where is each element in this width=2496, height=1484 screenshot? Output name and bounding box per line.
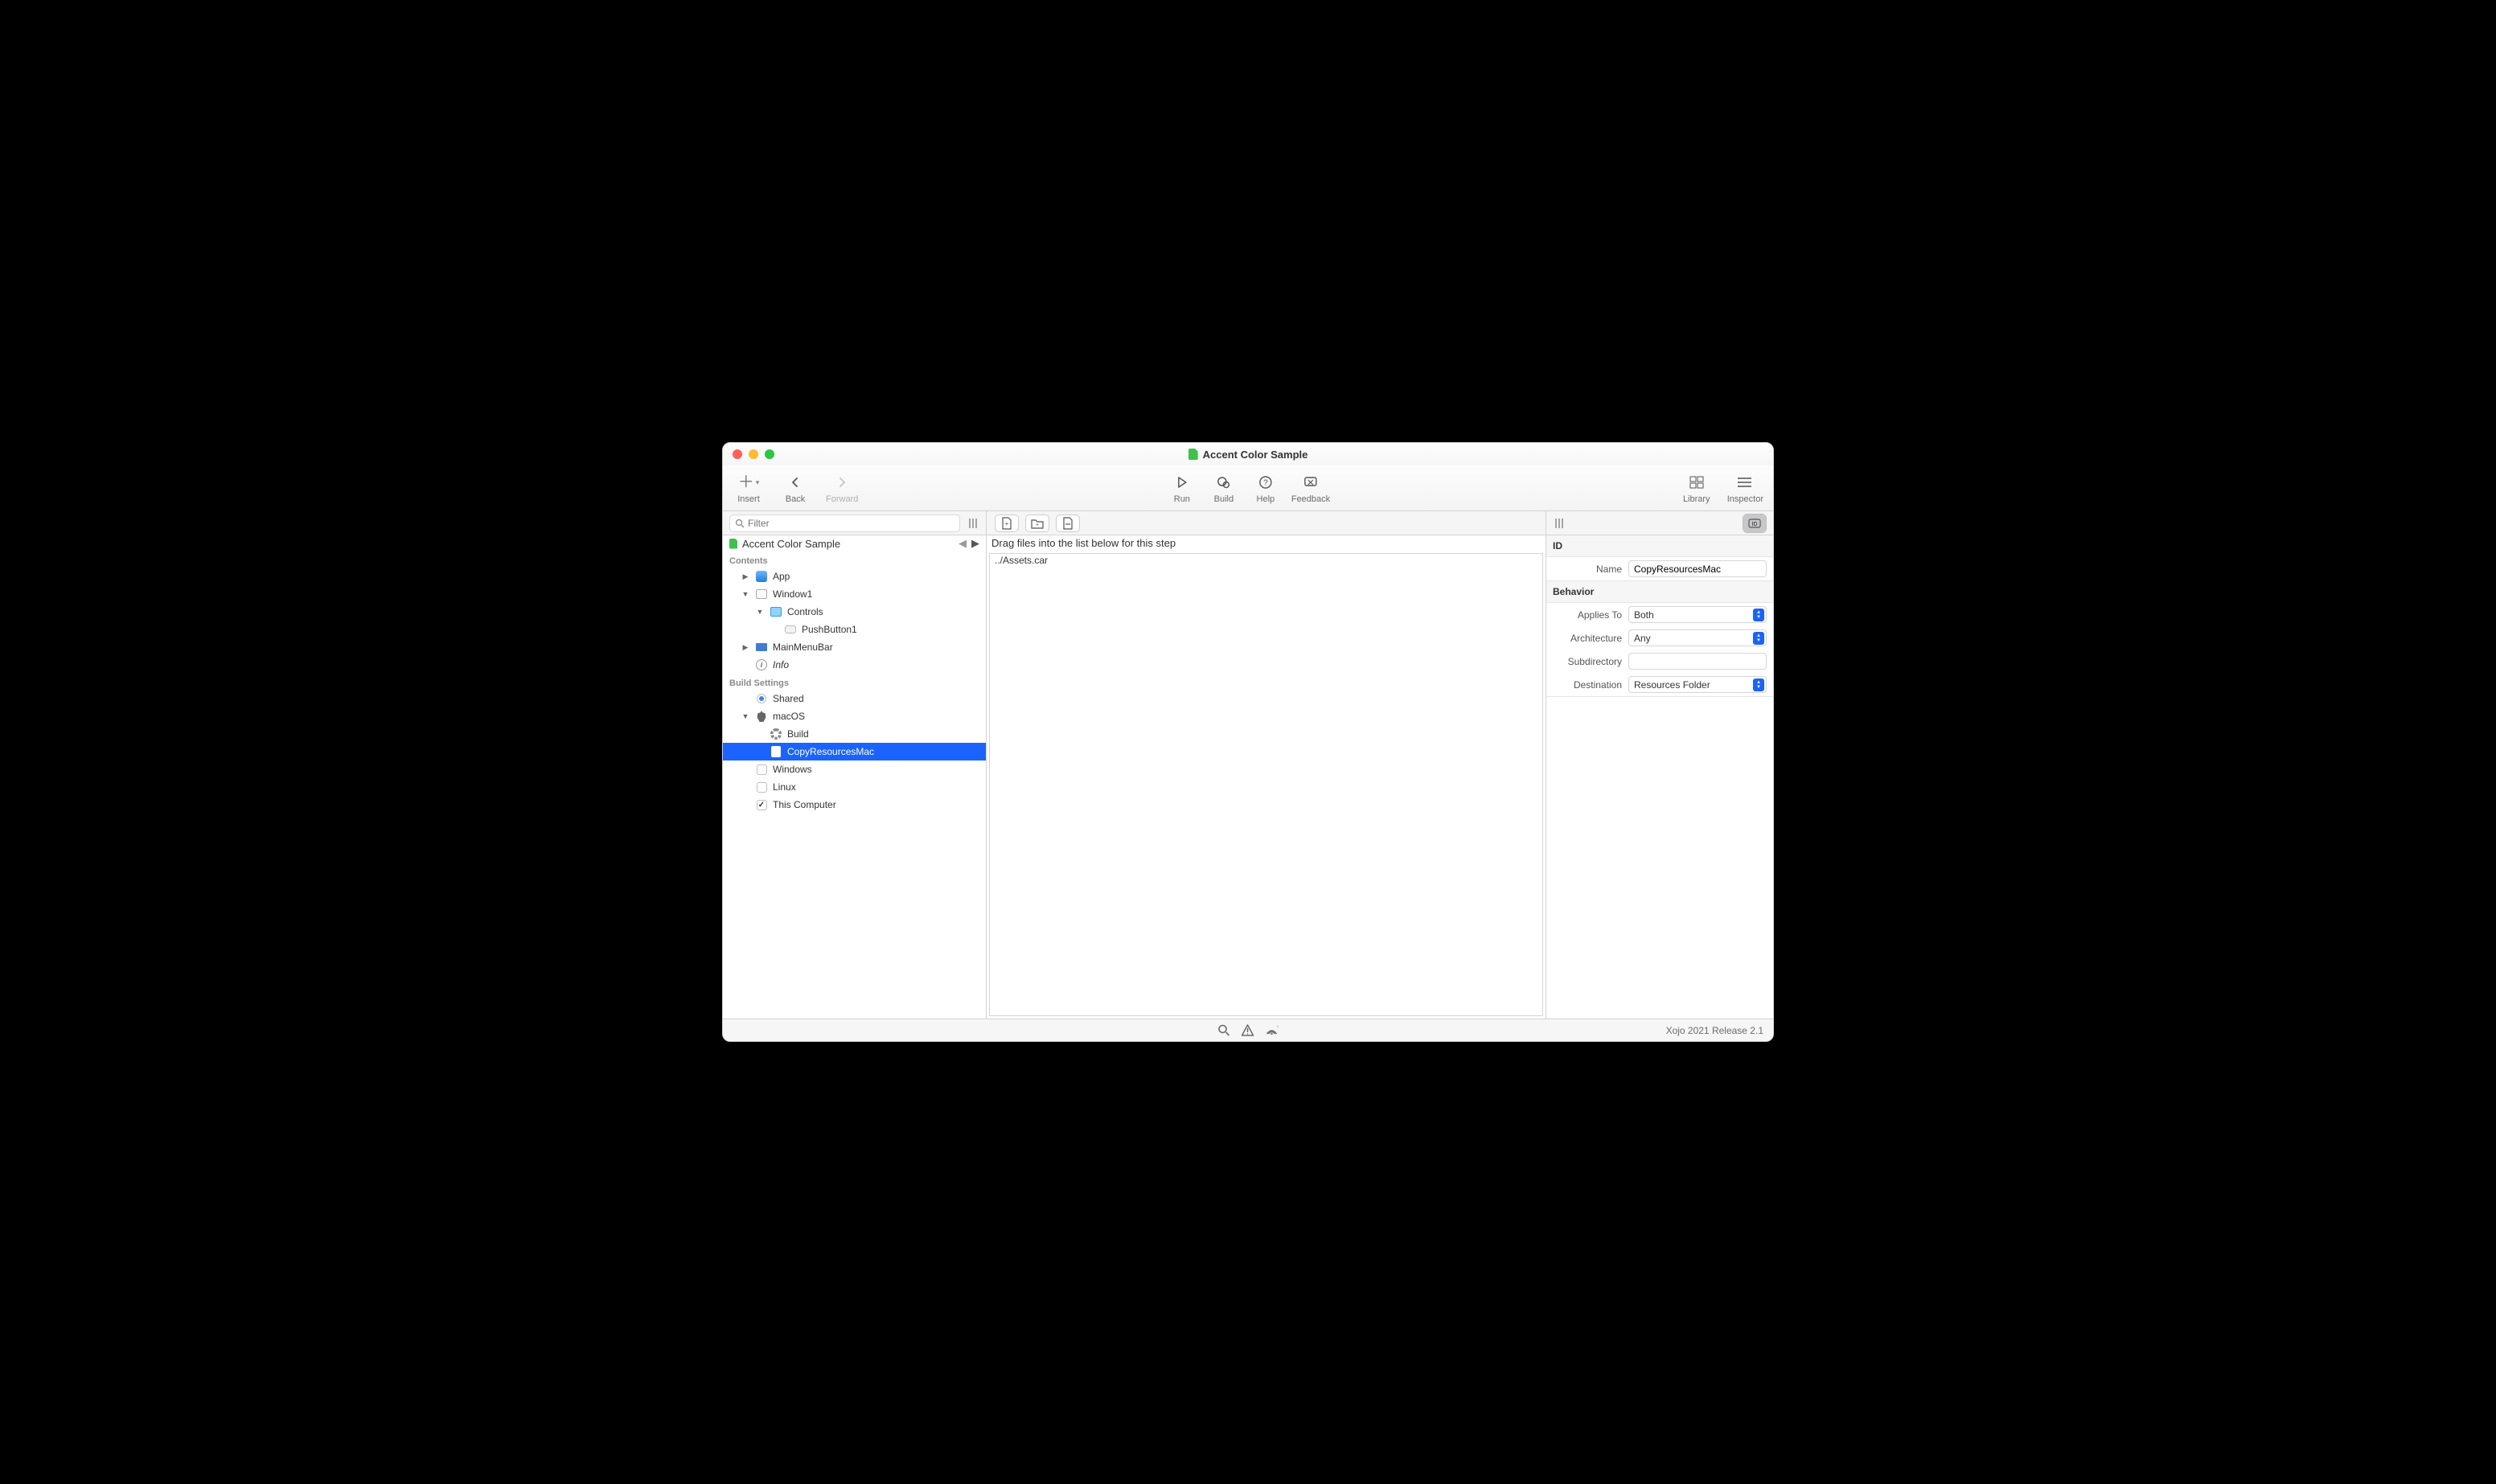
checkbox-icon[interactable]	[757, 782, 767, 793]
copy-step-icon	[771, 746, 781, 757]
content-area: Accent Color Sample ◀ ▶ Contents ▶ App ▼…	[723, 535, 1773, 1019]
disclosure-down-icon[interactable]: ▼	[755, 608, 765, 616]
window-title-text: Accent Color Sample	[1203, 449, 1308, 461]
inspector-id-tab[interactable]: ID	[1743, 514, 1766, 532]
radio-icon	[757, 694, 766, 703]
titlebar: Accent Color Sample	[723, 443, 1773, 465]
left-panel-toggle[interactable]	[967, 518, 979, 529]
checkbox-icon[interactable]	[757, 800, 767, 810]
build-button[interactable]: Build	[1208, 473, 1240, 504]
project-icon	[729, 539, 737, 549]
name-field[interactable]	[1628, 560, 1767, 577]
architecture-label: Architecture	[1553, 633, 1622, 644]
inspector-id-header: ID	[1546, 535, 1773, 557]
nav-item-copyresources[interactable]: CopyResourcesMac	[723, 743, 986, 760]
file-list[interactable]: ../Assets.car	[989, 553, 1543, 1016]
back-button[interactable]: Back	[779, 473, 811, 504]
select-arrows-icon: ▴▾	[1753, 678, 1764, 691]
select-arrows-icon: ▴▾	[1753, 632, 1764, 645]
contents-header: Contents	[723, 551, 986, 568]
nav-item-macos[interactable]: ▼ macOS	[723, 707, 986, 725]
forward-button[interactable]: Forward	[826, 473, 858, 504]
destination-label: Destination	[1553, 679, 1622, 691]
add-folder-button[interactable]: +	[1025, 514, 1049, 532]
filter-input[interactable]	[748, 518, 954, 529]
nav-item-shared[interactable]: Shared	[723, 690, 986, 707]
status-warning-icon[interactable]	[1242, 1024, 1254, 1036]
nav-item-mainmenubar[interactable]: ▶ MainMenuBar	[723, 638, 986, 656]
nav-item-build[interactable]: Build	[723, 725, 986, 743]
nav-item-controls[interactable]: ▼ Controls	[723, 603, 986, 621]
svg-text:+: +	[1036, 523, 1039, 528]
nav-item-info[interactable]: i Info	[723, 656, 986, 674]
select-arrows-icon: ▴▾	[1753, 609, 1764, 621]
inspector-behavior-header: Behavior	[1546, 581, 1773, 603]
build-settings-header: Build Settings	[723, 674, 986, 690]
feedback-button[interactable]: Feedback	[1291, 473, 1330, 504]
history-forward-icon[interactable]: ▶	[971, 537, 979, 550]
menubar-icon	[756, 643, 767, 651]
insert-menu[interactable]: ＋ ▾ Insert	[733, 473, 765, 504]
destination-select[interactable]: Resources Folder ▴▾	[1628, 676, 1767, 693]
applies-to-select[interactable]: Both ▴▾	[1628, 606, 1767, 623]
app-window: Accent Color Sample ＋ ▾ Insert Back	[722, 442, 1774, 1042]
nav-item-thiscomputer[interactable]: This Computer	[723, 796, 986, 814]
sub-toolbar: + + ID	[723, 511, 1773, 535]
architecture-select[interactable]: Any ▴▾	[1628, 629, 1767, 646]
remove-file-button[interactable]	[1056, 514, 1080, 532]
status-bar: ★ Xojo 2021 Release 2.1	[723, 1019, 1773, 1041]
nav-item-pushbutton1[interactable]: PushButton1	[723, 621, 986, 638]
svg-text:★: ★	[1277, 1024, 1279, 1030]
gear-icon	[770, 728, 782, 740]
disclosure-right-icon[interactable]: ▶	[741, 643, 750, 652]
inspector-mode-segment: ID	[1743, 514, 1767, 533]
info-icon: i	[756, 659, 767, 670]
window-title: Accent Color Sample	[723, 449, 1773, 461]
nav-item-window1[interactable]: ▼ Window1	[723, 585, 986, 603]
editor-area: Drag files into the list below for this …	[987, 535, 1546, 1019]
apple-icon	[757, 711, 766, 722]
subdirectory-label: Subdirectory	[1553, 656, 1622, 667]
chevron-down-icon: ▾	[756, 478, 760, 487]
app-icon	[756, 571, 767, 582]
main-toolbar: ＋ ▾ Insert Back Forward Run	[723, 465, 1773, 511]
inspector-panel: ID Name Behavior Applies To Both ▴▾ Arch…	[1546, 535, 1773, 1019]
help-button[interactable]: ? Help	[1250, 473, 1282, 504]
navigator-sidebar: Accent Color Sample ◀ ▶ Contents ▶ App ▼…	[723, 535, 987, 1019]
history-back-icon[interactable]: ◀	[959, 537, 967, 550]
status-remote-icon[interactable]: ★	[1266, 1024, 1279, 1036]
name-label: Name	[1553, 564, 1622, 575]
filter-search[interactable]	[729, 514, 960, 532]
navigator-root[interactable]: Accent Color Sample ◀ ▶	[723, 535, 986, 551]
version-label: Xojo 2021 Release 2.1	[1666, 1025, 1763, 1036]
subdirectory-field[interactable]	[1628, 653, 1767, 670]
disclosure-right-icon[interactable]: ▶	[741, 572, 750, 581]
svg-text:+: +	[1005, 520, 1009, 527]
plus-icon: ＋	[738, 474, 754, 490]
drag-hint-label: Drag files into the list below for this …	[987, 535, 1546, 551]
nav-item-app[interactable]: ▶ App	[723, 568, 986, 585]
library-button[interactable]: Library	[1681, 473, 1713, 504]
file-list-item[interactable]: ../Assets.car	[990, 554, 1542, 567]
controls-icon	[770, 607, 782, 617]
button-icon	[785, 625, 796, 633]
search-icon	[735, 519, 745, 528]
nav-item-windows[interactable]: Windows	[723, 760, 986, 778]
disclosure-down-icon[interactable]: ▼	[741, 590, 750, 598]
nav-item-linux[interactable]: Linux	[723, 778, 986, 796]
right-panel-toggle[interactable]	[1553, 518, 1566, 529]
applies-to-label: Applies To	[1553, 609, 1622, 621]
disclosure-down-icon[interactable]: ▼	[741, 712, 750, 720]
window-icon	[756, 589, 767, 599]
svg-text:ID: ID	[1752, 522, 1758, 527]
checkbox-icon[interactable]	[757, 765, 767, 775]
add-file-button[interactable]: +	[995, 514, 1019, 532]
run-button[interactable]: Run	[1166, 473, 1198, 504]
document-icon	[1188, 449, 1198, 460]
inspector-button[interactable]: Inspector	[1727, 473, 1763, 504]
svg-text:?: ?	[1263, 479, 1268, 488]
status-search-icon[interactable]	[1218, 1024, 1230, 1036]
